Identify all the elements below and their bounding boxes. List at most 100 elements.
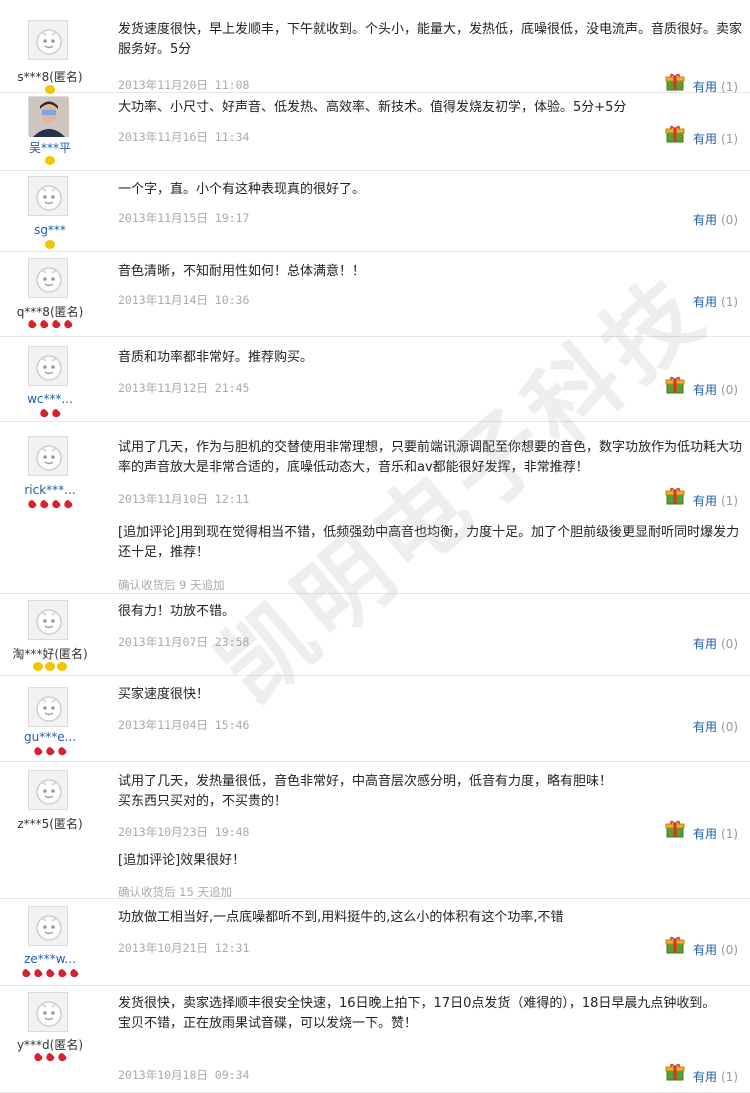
reviewer-name[interactable]: sg*** xyxy=(0,223,100,237)
review-item: y***d(匿名) 发货很快，卖家选择顺丰很安全快速，16日晚上拍下，17日0点发… xyxy=(0,986,750,1093)
append-prefix: [追加评论] xyxy=(118,853,181,868)
heart-icon xyxy=(50,499,62,510)
gift-icon[interactable] xyxy=(665,820,685,838)
avatar[interactable] xyxy=(28,687,68,727)
review-text: 试用了几天，发热量很低，音色非常好，中高音层次感分明，低音有力度，略有胆味！ 买… xyxy=(118,774,613,809)
diamond-icon xyxy=(33,662,43,671)
append-body: 效果很好！ xyxy=(180,853,246,868)
helpful-label: 有用 xyxy=(693,637,718,651)
review-item: wc***... 音质和功率都非常好。推荐购买。 2013年11月12日 21:45… xyxy=(0,337,750,422)
reviewer-name: q***8(匿名) xyxy=(16,305,84,319)
review-item: 淘***好(匿名) 很有力！功放不错。 2013年11月07日 23:58 有用 (0) xyxy=(0,594,750,676)
review-date: 2013年11月12日 21:45 xyxy=(118,381,250,395)
review-item: z***5(匿名) 试用了几天，发热量很低，音色非常好，中高音层次感分明，低音有力… xyxy=(0,762,750,899)
helpful-count: (0) xyxy=(721,720,739,734)
helpful-label: 有用 xyxy=(693,80,718,94)
helpful-button[interactable]: 有用 (1) xyxy=(693,1068,738,1085)
avatar[interactable] xyxy=(28,346,68,386)
helpful-count: (0) xyxy=(721,213,739,227)
gift-icon[interactable] xyxy=(665,936,685,954)
append-body: 用到现在觉得相当不错，低频强劲中高音也均衡，力度十足。加了个胆前级後更显耐听同时… xyxy=(118,525,740,560)
helpful-button[interactable]: 有用 (1) xyxy=(693,492,738,509)
helpful-count: (0) xyxy=(721,943,739,957)
buyer-level-badge xyxy=(0,746,100,759)
heart-icon xyxy=(38,319,50,330)
appended-review-text: [追加评论]用到现在觉得相当不错，低频强劲中高音也均衡，力度十足。加了个胆前级後… xyxy=(118,523,743,563)
heart-icon xyxy=(44,1052,56,1063)
helpful-label: 有用 xyxy=(693,943,718,957)
gift-icon[interactable] xyxy=(665,487,685,505)
buyer-level-badge xyxy=(0,408,100,421)
buyer-level-badge xyxy=(0,1052,100,1065)
avatar[interactable] xyxy=(28,96,69,137)
heart-icon xyxy=(68,968,80,979)
review-item: ze***w... 功放做工相当好,一点底噪都听不到,用料挺牛的,这么小的体积有这… xyxy=(0,899,750,986)
diamond-icon xyxy=(45,662,55,671)
heart-icon xyxy=(62,319,74,330)
avatar[interactable] xyxy=(28,436,68,476)
helpful-label: 有用 xyxy=(693,383,718,397)
helpful-label: 有用 xyxy=(693,494,718,508)
review-text: 功放做工相当好,一点底噪都听不到,用料挺牛的,这么小的体积有这个功率,不错 xyxy=(118,910,564,925)
reviewer-name[interactable]: gu***e... xyxy=(0,730,100,744)
review-text: 大功率、小尺寸、好声音、低发热、高效率、新技术。值得发烧友初学，体验。5分+5分 xyxy=(118,100,627,115)
avatar xyxy=(28,20,68,60)
review-text: 发货很快，卖家选择顺丰很安全快速，16日晚上拍下，17日0点发货（难得的），18… xyxy=(118,996,716,1031)
reviewer-name: 淘***好(匿名) xyxy=(12,647,88,661)
helpful-count: (1) xyxy=(721,295,739,309)
buyer-level-badge xyxy=(0,240,100,252)
gift-icon[interactable] xyxy=(665,1063,685,1081)
helpful-button[interactable]: 有用 (1) xyxy=(693,130,738,147)
heart-icon xyxy=(38,499,50,510)
helpful-label: 有用 xyxy=(693,827,718,841)
helpful-label: 有用 xyxy=(693,132,718,146)
heart-icon xyxy=(26,499,38,510)
review-text: 一个字，直。小个有这种表现真的很好了。 xyxy=(118,182,366,197)
heart-icon xyxy=(38,408,50,419)
helpful-button[interactable]: 有用 (0) xyxy=(693,381,738,398)
helpful-count: (1) xyxy=(721,1070,739,1084)
review-text: 买家速度很快！ xyxy=(118,687,210,702)
review-item: s***8(匿名) 发货速度很快，早上发顺丰，下午就收到。个头小，能量大，发热低，… xyxy=(0,0,750,94)
avatar[interactable] xyxy=(28,906,68,946)
diamond-icon xyxy=(45,240,55,249)
review-date: 2013年10月18日 09:34 xyxy=(118,1068,250,1082)
append-note: 确认收货后 15 天追加 xyxy=(118,885,232,899)
helpful-button[interactable]: 有用 (1) xyxy=(693,825,738,842)
helpful-button[interactable]: 有用 (0) xyxy=(693,211,738,228)
avatar[interactable] xyxy=(28,176,68,216)
gift-icon[interactable] xyxy=(665,73,685,91)
review-item: rick***... 试用了几天，作为与胆机的交替使用非常理想，只要前端讯源调配至… xyxy=(0,422,750,594)
reviewer-name[interactable]: 吴***平 xyxy=(0,139,100,156)
helpful-label: 有用 xyxy=(693,720,718,734)
review-date: 2013年11月16日 11:34 xyxy=(118,130,250,144)
avatar xyxy=(28,600,68,640)
appended-review-text: [追加评论]效果很好！ xyxy=(118,851,743,871)
gift-icon[interactable] xyxy=(665,376,685,394)
helpful-button[interactable]: 有用 (0) xyxy=(693,718,738,735)
helpful-count: (1) xyxy=(721,132,739,146)
reviewer-name[interactable]: rick***... xyxy=(0,483,100,497)
helpful-button[interactable]: 有用 (0) xyxy=(693,635,738,652)
review-date: 2013年11月15日 19:17 xyxy=(118,211,250,225)
heart-icon xyxy=(56,746,68,757)
buyer-level-badge xyxy=(0,499,100,512)
reviewer-name: s***8(匿名) xyxy=(17,70,83,84)
append-note: 确认收货后 9 天追加 xyxy=(118,578,225,592)
helpful-button[interactable]: 有用 (0) xyxy=(693,941,738,958)
review-date: 2013年10月23日 19:48 xyxy=(118,825,250,839)
gift-icon[interactable] xyxy=(665,125,685,143)
reviewer-name[interactable]: wc***... xyxy=(0,392,100,406)
buyer-level-badge xyxy=(0,968,100,981)
diamond-icon xyxy=(45,156,55,165)
review-item: gu***e... 买家速度很快！ 2013年11月04日 15:46 有用 (0) xyxy=(0,676,750,762)
helpful-count: (1) xyxy=(721,494,739,508)
review-date: 2013年11月10日 12:11 xyxy=(118,492,250,506)
helpful-button[interactable]: 有用 (1) xyxy=(693,293,738,310)
helpful-count: (1) xyxy=(721,80,739,94)
reviewer-name[interactable]: ze***w... xyxy=(0,952,100,966)
review-date: 2013年11月14日 10:36 xyxy=(118,293,250,307)
review-item: q***8(匿名) 音色清晰，不知耐用性如何！总体满意！！ 2013年11月14日 … xyxy=(0,252,750,337)
buyer-level-badge xyxy=(0,662,100,674)
review-text: 音色清晰，不知耐用性如何！总体满意！！ xyxy=(118,264,366,279)
